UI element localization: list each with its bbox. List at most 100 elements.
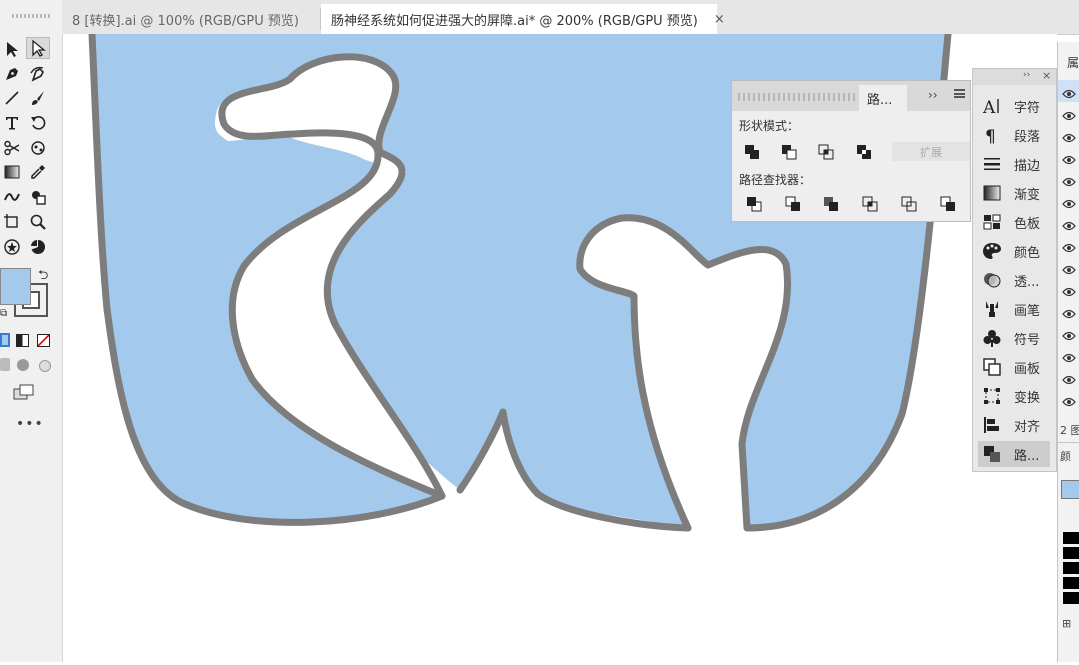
pathfinder-panel: 路... ›› 形状模式： 扩展 路径查找器： — [731, 80, 971, 222]
dock-item-symbols[interactable]: 符号 — [978, 325, 1050, 351]
transform-icon — [984, 388, 1000, 404]
paintbrush-tool[interactable] — [26, 87, 50, 109]
layer-visibility-eye-icon[interactable] — [1062, 263, 1076, 276]
dock-header[interactable]: ›› × — [973, 69, 1056, 85]
layer-visibility-eye-icon[interactable] — [1062, 241, 1076, 254]
dock-item-transform[interactable]: 变换 — [978, 383, 1050, 409]
minus-back-icon — [940, 196, 955, 211]
selection-tool[interactable] — [0, 38, 24, 60]
direct-selection-tool[interactable] — [26, 37, 50, 59]
draw-inside-icon[interactable] — [39, 360, 51, 372]
divide-button[interactable] — [743, 193, 765, 215]
crop-button[interactable] — [859, 193, 881, 215]
zoom-tool[interactable] — [26, 211, 50, 233]
fill-swatch[interactable] — [1061, 480, 1079, 499]
draw-normal-icon[interactable] — [0, 358, 10, 371]
dock-item-swatches[interactable]: 色板 — [978, 209, 1050, 235]
pen-tool[interactable] — [0, 63, 24, 85]
shape-builder-tool[interactable] — [26, 186, 50, 208]
eyedropper-tool[interactable] — [26, 161, 50, 183]
layer-visibility-eye-icon[interactable] — [1062, 395, 1076, 408]
layer-visibility-eye-icon[interactable] — [1062, 109, 1076, 122]
puppet-warp-tool[interactable] — [26, 137, 50, 159]
layer-visibility-eye-icon[interactable] — [1062, 87, 1076, 100]
panel-title[interactable]: 属 — [1067, 54, 1079, 71]
expand-dock-icon[interactable]: ›› — [1023, 70, 1030, 80]
trim-button[interactable] — [782, 193, 804, 215]
color-mode-button[interactable] — [0, 333, 10, 347]
dock-item-artboards[interactable]: 画板 — [978, 354, 1050, 380]
curvature-tool[interactable] — [26, 63, 50, 85]
dock-item-paragraph[interactable]: ¶ 段落 — [978, 122, 1050, 148]
swatch-black-3[interactable] — [1063, 562, 1079, 574]
align-icon — [984, 417, 999, 433]
dock-item-color[interactable]: 颜色 — [978, 238, 1050, 264]
tab-document-1[interactable]: 8 [转换].ai @ 100% (RGB/GPU 预览) — [62, 4, 320, 34]
scissors-tool[interactable] — [0, 137, 24, 159]
line-tool[interactable] — [0, 87, 24, 109]
brush-icon — [986, 301, 998, 317]
dock-item-pathfinder[interactable]: 路... — [978, 441, 1050, 467]
artboard-tool[interactable] — [0, 211, 24, 233]
exclude-button[interactable] — [853, 141, 875, 163]
layer-visibility-eye-icon[interactable] — [1062, 219, 1076, 232]
collapse-chevron-icon[interactable]: ›› — [928, 88, 938, 102]
swatch-black-1[interactable] — [1063, 532, 1079, 544]
pathfinders-label: 路径查找器： — [739, 173, 812, 187]
blend-tool[interactable] — [0, 186, 24, 208]
dock-item-gradient[interactable]: 渐变 — [978, 180, 1050, 206]
dock-item-transparency[interactable]: 透... — [978, 267, 1050, 293]
layer-visibility-eye-icon[interactable] — [1062, 175, 1076, 188]
type-tool[interactable] — [0, 112, 24, 134]
layer-visibility-eye-icon[interactable] — [1062, 131, 1076, 144]
swatches-icon — [983, 214, 1001, 230]
shape-modes-label: 形状模式： — [739, 119, 800, 133]
more-tools-icon[interactable]: ••• — [16, 416, 44, 432]
layer-visibility-eye-icon[interactable] — [1062, 153, 1076, 166]
symbol-sprayer-tool[interactable] — [0, 236, 24, 258]
panel-menu-icon[interactable] — [954, 89, 965, 98]
layer-visibility-eye-icon[interactable] — [1062, 373, 1076, 386]
pie-graph-tool[interactable] — [26, 236, 50, 258]
swatch-library-icon[interactable]: ⊞ — [1062, 617, 1071, 630]
dock-item-brushes[interactable]: 画笔 — [978, 296, 1050, 322]
transparency-icon — [984, 273, 1001, 288]
rotate-tool[interactable] — [26, 112, 50, 134]
unite-button[interactable] — [741, 141, 763, 163]
minus-front-button[interactable] — [778, 141, 800, 163]
merge-button[interactable] — [820, 193, 842, 215]
intersect-button[interactable] — [815, 141, 837, 163]
tab-close-icon[interactable]: × — [714, 12, 725, 27]
pathfinder-tab[interactable]: 路... — [859, 85, 907, 111]
panel-grip[interactable] — [12, 14, 52, 18]
layer-visibility-eye-icon[interactable] — [1062, 285, 1076, 298]
layer-visibility-eye-icon[interactable] — [1062, 351, 1076, 364]
swap-colors-icon[interactable]: ⮌ — [38, 266, 48, 288]
gradient-tool[interactable] — [0, 161, 24, 183]
swatch-black-2[interactable] — [1063, 547, 1079, 559]
close-dock-icon[interactable]: × — [1042, 69, 1051, 82]
layer-visibility-eye-icon[interactable] — [1062, 307, 1076, 320]
layer-visibility-eye-icon[interactable] — [1062, 197, 1076, 210]
layer-visibility-eye-icon[interactable] — [1062, 329, 1076, 342]
screen-mode-icon[interactable] — [13, 384, 35, 400]
layer-count: 2 图 — [1060, 424, 1079, 437]
default-colors-icon[interactable]: ⧉ — [0, 308, 8, 320]
fill-color-box[interactable] — [0, 268, 31, 305]
dock-item-stroke[interactable]: 描边 — [978, 151, 1050, 177]
dock-item-character[interactable]: A 字符 — [978, 93, 1050, 119]
outline-button[interactable] — [898, 193, 920, 215]
panel-grip[interactable] — [738, 93, 858, 101]
unite-icon — [745, 145, 759, 159]
swatch-black-4[interactable] — [1063, 577, 1079, 589]
pathfinder-panel-header[interactable]: 路... ›› — [732, 81, 970, 111]
color-panel-label[interactable]: 颜 — [1060, 448, 1071, 464]
minus-back-button[interactable] — [937, 193, 959, 215]
expand-button[interactable]: 扩展 — [892, 142, 970, 161]
none-mode-button[interactable] — [37, 334, 50, 347]
dock-item-align[interactable]: 对齐 — [978, 412, 1050, 438]
gradient-mode-button[interactable] — [16, 334, 29, 347]
draw-behind-icon[interactable] — [17, 359, 29, 371]
swatch-black-5[interactable] — [1063, 592, 1079, 604]
tab-document-2[interactable]: 肠神经系统如何促进强大的屏障.ai* @ 200% (RGB/GPU 预览) × — [321, 4, 725, 34]
